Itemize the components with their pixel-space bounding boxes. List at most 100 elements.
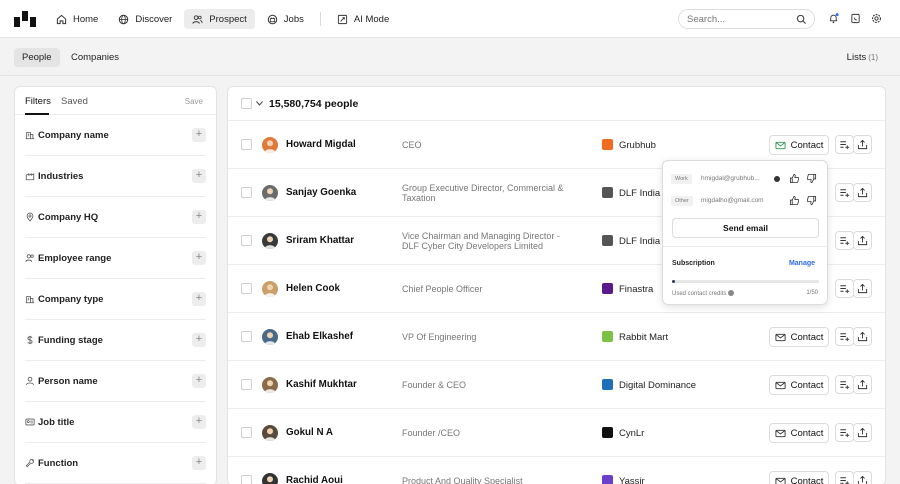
company-name[interactable]: Digital Dominance xyxy=(619,380,696,391)
chevron-down-icon[interactable] xyxy=(256,101,263,106)
phone-icon[interactable] xyxy=(850,13,861,24)
tab-companies[interactable]: Companies xyxy=(63,48,127,67)
filter-industries[interactable]: Industries + xyxy=(25,156,206,197)
add-filter-plus-icon[interactable]: + xyxy=(192,292,206,306)
avatar[interactable] xyxy=(262,281,278,297)
contact-button[interactable]: Contact xyxy=(769,423,829,443)
export-button[interactable] xyxy=(853,423,872,442)
app-logo[interactable] xyxy=(14,11,36,27)
add-filter-plus-icon[interactable]: + xyxy=(192,251,206,265)
contact-button[interactable]: Contact xyxy=(769,135,829,155)
thumbs-up-icon[interactable] xyxy=(789,195,800,206)
tab-saved[interactable]: Saved xyxy=(61,96,88,107)
company-name[interactable]: Finastra xyxy=(619,284,653,295)
person-name[interactable]: Ehab Elkashef xyxy=(286,331,353,342)
filter-company-hq[interactable]: Company HQ + xyxy=(25,197,206,238)
add-filter-plus-icon[interactable]: + xyxy=(192,333,206,347)
row-checkbox[interactable] xyxy=(241,235,252,246)
filter-function[interactable]: Function + xyxy=(25,443,206,484)
add-to-list-button[interactable] xyxy=(835,135,854,154)
filter-job-title[interactable]: Job title + xyxy=(25,402,206,443)
row-checkbox[interactable] xyxy=(241,283,252,294)
person-name[interactable]: Sanjay Goenka xyxy=(286,187,356,198)
filter-employee-range[interactable]: Employee range + xyxy=(25,238,206,279)
save-filters-button[interactable]: Save xyxy=(185,97,203,106)
person-name[interactable]: Kashif Mukhtar xyxy=(286,379,357,390)
avatar[interactable] xyxy=(262,137,278,153)
export-button[interactable] xyxy=(853,279,872,298)
person-name[interactable]: Howard Migdal xyxy=(286,139,356,150)
row-checkbox[interactable] xyxy=(241,427,252,438)
add-filter-plus-icon[interactable]: + xyxy=(192,374,206,388)
company-name[interactable]: Grubhub xyxy=(619,140,656,151)
nav-home[interactable]: Home xyxy=(48,9,106,29)
nav-ai-mode[interactable]: AI Mode xyxy=(329,9,397,29)
lists-button[interactable]: Lists (1) xyxy=(847,52,878,63)
nav-jobs[interactable]: Jobs xyxy=(259,9,312,29)
export-button[interactable] xyxy=(853,231,872,250)
add-to-list-button[interactable] xyxy=(835,279,854,298)
manage-subscription-link[interactable]: Manage xyxy=(789,260,815,267)
filter-funding-stage[interactable]: Funding stage + xyxy=(25,320,206,361)
thumbs-down-icon[interactable] xyxy=(806,173,817,184)
add-to-list-button[interactable] xyxy=(835,231,854,250)
add-filter-plus-icon[interactable]: + xyxy=(192,128,206,142)
nav-prospect[interactable]: Prospect xyxy=(184,9,255,29)
person-name[interactable]: Sriram Khattar xyxy=(286,235,354,246)
global-search[interactable] xyxy=(678,9,815,29)
export-button[interactable] xyxy=(853,183,872,202)
filter-person-name[interactable]: Person name + xyxy=(25,361,206,402)
person-name[interactable]: Helen Cook xyxy=(286,283,340,294)
work-email[interactable]: hmigdal@grubhub... xyxy=(701,175,760,182)
person-name[interactable]: Gokul N A xyxy=(286,427,333,438)
add-to-list-button[interactable] xyxy=(835,423,854,442)
add-to-list-button[interactable] xyxy=(835,327,854,346)
contact-button[interactable]: Contact xyxy=(769,327,829,347)
company-name[interactable]: DLF India xyxy=(619,188,660,199)
table-row[interactable]: Kashif Mukhtar Founder & CEO Digital Domin… xyxy=(228,361,885,409)
row-checkbox[interactable] xyxy=(241,331,252,342)
contact-button[interactable]: Contact xyxy=(769,471,829,484)
settings-gear-icon[interactable] xyxy=(871,13,882,24)
search-input[interactable] xyxy=(687,13,792,26)
avatar[interactable] xyxy=(262,233,278,249)
thumbs-down-icon[interactable] xyxy=(806,195,817,206)
row-checkbox[interactable] xyxy=(241,139,252,150)
tab-filters[interactable]: Filters xyxy=(25,96,51,107)
avatar[interactable] xyxy=(262,473,278,484)
export-button[interactable] xyxy=(853,375,872,394)
add-to-list-button[interactable] xyxy=(835,183,854,202)
company-name[interactable]: DLF India xyxy=(619,236,660,247)
nav-discover[interactable]: Discover xyxy=(110,9,180,29)
filter-company-type[interactable]: Company type + xyxy=(25,279,206,320)
company-name[interactable]: CynLr xyxy=(619,428,644,439)
add-filter-plus-icon[interactable]: + xyxy=(192,456,206,470)
avatar[interactable] xyxy=(262,185,278,201)
export-button[interactable] xyxy=(853,327,872,346)
filter-company-name[interactable]: Company name + xyxy=(25,115,206,156)
avatar[interactable] xyxy=(262,377,278,393)
company-name[interactable]: Rabbit Mart xyxy=(619,332,668,343)
thumbs-up-icon[interactable] xyxy=(789,173,800,184)
avatar[interactable] xyxy=(262,425,278,441)
add-to-list-button[interactable] xyxy=(835,375,854,394)
send-email-button[interactable]: Send email xyxy=(672,218,819,238)
company-name[interactable]: Yassir xyxy=(619,476,645,484)
select-all-checkbox[interactable] xyxy=(241,98,252,109)
row-checkbox[interactable] xyxy=(241,475,252,484)
table-row[interactable]: Ehab Elkashef VP Of Engineering Rabbit Mar… xyxy=(228,313,885,361)
table-row[interactable]: Gokul N A Founder /CEO CynLr Contact xyxy=(228,409,885,457)
export-button[interactable] xyxy=(853,135,872,154)
person-name[interactable]: Rachid Aoui xyxy=(286,475,343,484)
table-row[interactable]: Rachid Aoui Product And Quality Specialis… xyxy=(228,457,885,484)
avatar[interactable] xyxy=(262,329,278,345)
row-checkbox[interactable] xyxy=(241,187,252,198)
add-to-list-button[interactable] xyxy=(835,471,854,484)
add-filter-plus-icon[interactable]: + xyxy=(192,415,206,429)
export-button[interactable] xyxy=(853,471,872,484)
add-filter-plus-icon[interactable]: + xyxy=(192,210,206,224)
tab-people[interactable]: People xyxy=(14,48,60,67)
notification-bell-icon[interactable] xyxy=(828,13,839,24)
add-filter-plus-icon[interactable]: + xyxy=(192,169,206,183)
row-checkbox[interactable] xyxy=(241,379,252,390)
